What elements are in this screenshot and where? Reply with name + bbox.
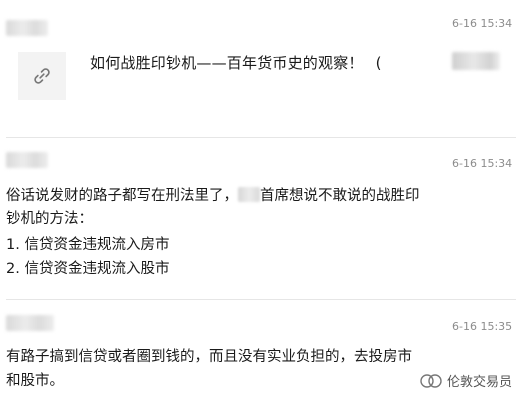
shared-article-title[interactable]: 如何战胜印钞机——百年货币史的观察！( [90,52,382,73]
message-divider [6,299,516,300]
redacted-text [452,52,500,70]
message-text-line: 和股市。 [6,373,64,389]
message-text-line: 有路子搞到信贷或者圈到钱的，而且没有实业负担的，去投房市 [6,349,412,365]
sender-name-redacted [6,315,54,331]
message-time: 6-16 15:35 [452,320,513,333]
redacted-name [238,187,260,202]
wechat-official-account-icon [420,373,442,388]
sender-name-redacted [6,152,48,168]
message-time: 6-16 15:34 [452,17,513,30]
message-text-line: 俗话说发财的路子都写在刑法里了， 首席想说不敢说的战胜印 [6,187,420,204]
sender-name-redacted [6,20,48,36]
message-text-line: 钞机的方法： [6,211,93,227]
message-time: 6-16 15:34 [452,157,513,170]
watermark: 伦敦交易员 [420,371,512,390]
message-divider [6,137,516,138]
shared-article-card[interactable]: 如何战胜印钞机——百年货币史的观察！( [18,52,518,108]
watermark-text: 伦敦交易员 [446,375,512,390]
link-icon [18,52,66,100]
message-text-line: 2. 信贷资金违规流入股市 [6,261,170,277]
message-text-line: 1. 信贷资金违规流入房市 [6,237,170,253]
